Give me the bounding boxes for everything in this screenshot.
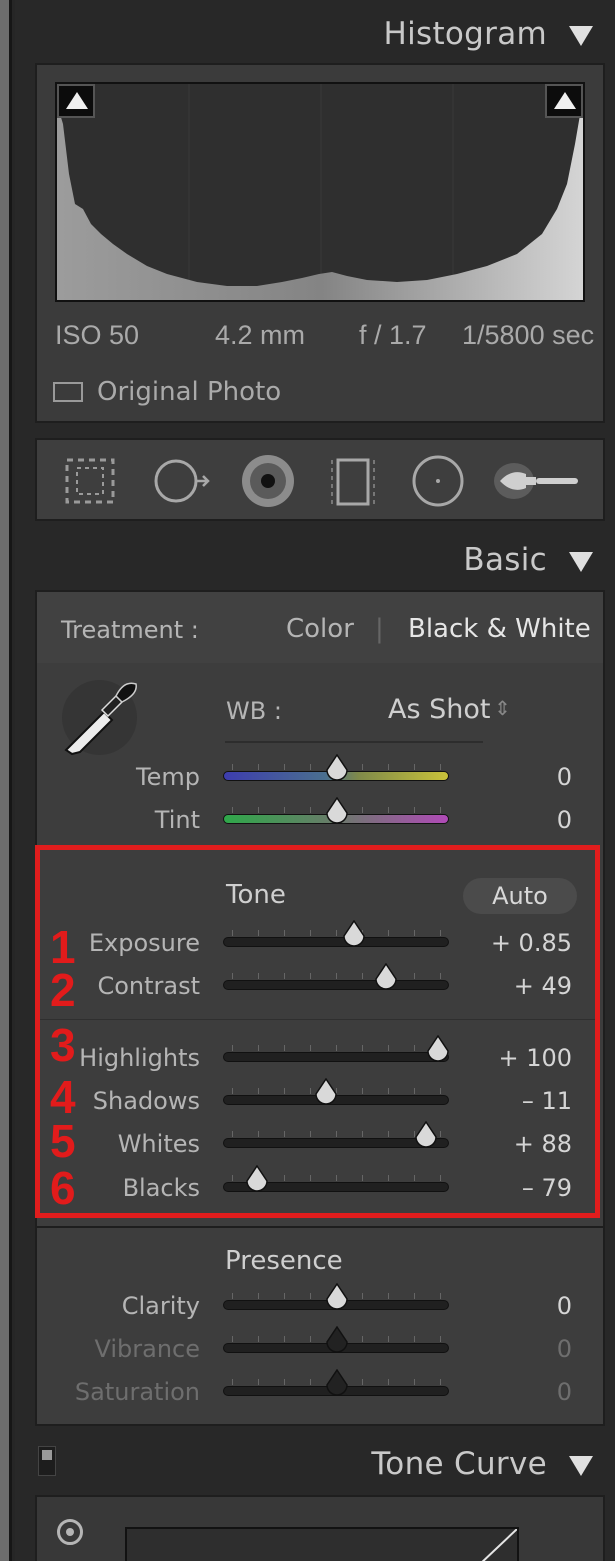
tone-curve-panel [35, 1495, 605, 1561]
tone-curve-header[interactable]: Tone Curve [15, 1432, 615, 1492]
vibrance-value[interactable]: 0 [460, 1335, 572, 1363]
highlights-value[interactable]: + 100 [460, 1044, 572, 1072]
temp-slider-thumb[interactable] [325, 754, 349, 782]
whites-slider[interactable] [223, 1121, 449, 1148]
tint-label: Tint [154, 806, 200, 834]
contrast-slider-thumb[interactable] [374, 963, 398, 991]
histogram-curve [57, 84, 583, 300]
presence-label: Presence [225, 1246, 343, 1276]
blacks-slider[interactable] [223, 1165, 449, 1192]
vibrance-label: Vibrance [94, 1335, 200, 1363]
targeted-adjustment-icon[interactable] [57, 1519, 83, 1545]
vibrance-slider-thumb[interactable] [325, 1326, 349, 1354]
treatment-separator: | [375, 614, 384, 644]
adjustment-brush-icon[interactable] [492, 450, 582, 512]
collapse-triangle-icon[interactable] [569, 552, 593, 572]
tint-value[interactable]: 0 [460, 806, 572, 834]
wb-label: WB : [226, 697, 282, 725]
basic-title: Basic [463, 542, 547, 578]
treatment-label: Treatment : [61, 616, 199, 644]
exposure-value[interactable]: + 0.85 [460, 929, 572, 957]
auto-tone-button[interactable]: Auto [463, 878, 577, 914]
eyedropper-icon[interactable] [58, 674, 142, 758]
highlight-clipping-button[interactable] [545, 84, 583, 118]
tint-slider-thumb[interactable] [325, 797, 349, 825]
tint-slider[interactable] [223, 797, 449, 824]
exposure-slider-thumb[interactable] [342, 920, 366, 948]
wb-preset-select[interactable]: As Shot [388, 694, 490, 725]
shadows-slider[interactable] [223, 1078, 449, 1105]
highlights-slider-thumb[interactable] [426, 1035, 450, 1063]
tone-curve-graph[interactable] [125, 1527, 519, 1561]
clarity-slider-thumb[interactable] [325, 1283, 349, 1311]
clarity-slider[interactable] [223, 1283, 449, 1310]
tool-strip [35, 438, 605, 521]
wb-underline [225, 741, 483, 743]
clarity-label: Clarity [121, 1292, 200, 1320]
temp-value[interactable]: 0 [460, 763, 572, 791]
select-arrows-icon: ⇕ [494, 696, 511, 720]
exif-focal-length: 4.2 mm [215, 320, 306, 350]
tone-curve-title: Tone Curve [371, 1446, 547, 1482]
collapse-triangle-icon[interactable] [569, 26, 593, 46]
annotation-number: 3 [50, 1019, 76, 1071]
saturation-value[interactable]: 0 [460, 1378, 572, 1406]
radial-filter-icon[interactable] [407, 450, 469, 512]
shadows-slider-thumb[interactable] [314, 1078, 338, 1106]
shadow-clipping-button[interactable] [57, 84, 95, 118]
exposure-slider[interactable] [223, 920, 449, 947]
exif-iso: ISO 50 [55, 320, 140, 350]
temp-slider[interactable] [223, 754, 449, 781]
original-photo-label: Original Photo [97, 377, 282, 407]
histogram-panel: ISO 50 4.2 mm f / 1.7 1/5800 sec Origina… [35, 63, 605, 423]
highlights-slider[interactable] [223, 1035, 449, 1062]
annotation-number: 5 [50, 1115, 76, 1167]
annotation-number: 6 [50, 1162, 76, 1214]
graduated-filter-icon[interactable] [322, 450, 384, 512]
collapse-triangle-icon[interactable] [569, 1456, 593, 1476]
histogram-header[interactable]: Histogram [15, 0, 615, 60]
exif-shutter-speed: 1/5800 sec [462, 320, 595, 350]
red-eye-icon[interactable] [237, 450, 299, 512]
histogram-graph [55, 82, 585, 302]
spot-removal-icon[interactable] [149, 450, 211, 512]
annotation-number: 2 [50, 964, 76, 1016]
treatment-row: Treatment : Color | Black & White [35, 590, 605, 665]
blacks-value[interactable]: – 79 [460, 1174, 572, 1202]
annotation-number: 4 [50, 1071, 76, 1123]
whites-value[interactable]: + 88 [460, 1130, 572, 1158]
contrast-value[interactable]: + 49 [460, 972, 572, 1000]
left-panel-edge [0, 0, 12, 1561]
clarity-value[interactable]: 0 [460, 1292, 572, 1320]
treatment-color-option[interactable]: Color [286, 614, 354, 644]
saturation-slider-thumb[interactable] [325, 1369, 349, 1397]
temp-label: Temp [136, 763, 200, 791]
saturation-slider[interactable] [223, 1369, 449, 1396]
whites-slider-thumb[interactable] [414, 1121, 438, 1149]
tone-divider [40, 1019, 595, 1020]
contrast-slider[interactable] [223, 963, 449, 990]
original-photo-toggle[interactable]: Original Photo [53, 377, 281, 407]
exif-aperture: f / 1.7 [359, 320, 427, 350]
crop-overlay-icon[interactable] [59, 450, 121, 512]
vibrance-slider[interactable] [223, 1326, 449, 1353]
original-photo-checkbox[interactable] [53, 382, 83, 402]
saturation-label: Saturation [74, 1378, 200, 1406]
shadows-value[interactable]: – 11 [460, 1087, 572, 1115]
tone-label: Tone [226, 880, 286, 910]
histogram-title: Histogram [383, 16, 547, 52]
treatment-bw-option[interactable]: Black & White [408, 614, 591, 644]
basic-header[interactable]: Basic [15, 528, 615, 588]
blacks-slider-thumb[interactable] [245, 1165, 269, 1193]
